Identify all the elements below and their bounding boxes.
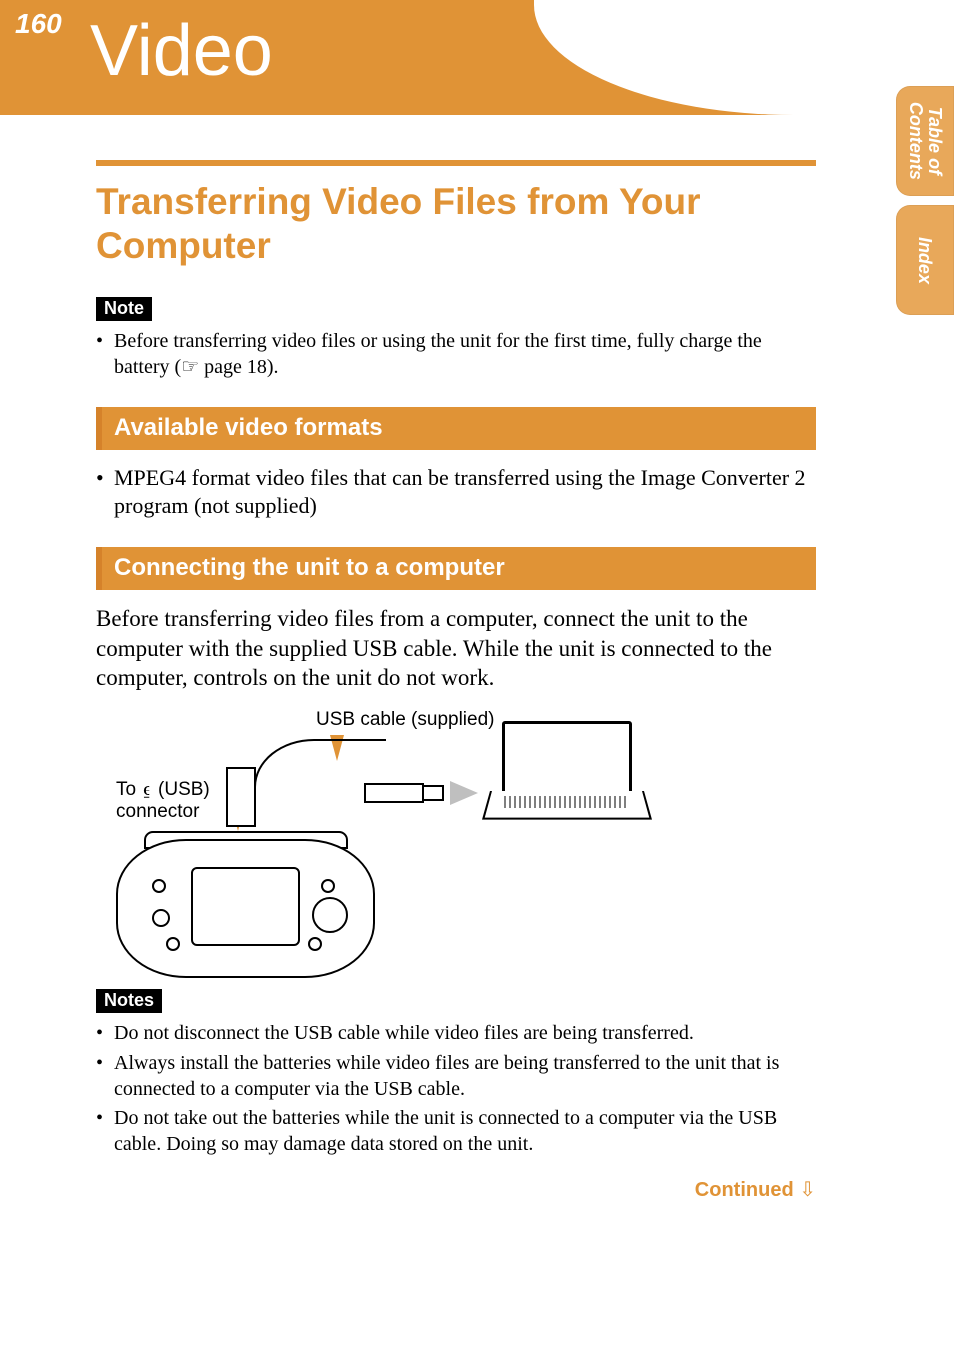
section-title: Video <box>90 10 273 92</box>
notes-list: Do not disconnect the USB cable while vi… <box>96 1021 816 1157</box>
device-screen-illustration <box>191 867 300 946</box>
subheading-available-formats: Available video formats <box>96 407 816 450</box>
page-title: Transferring Video Files from Your Compu… <box>96 180 816 267</box>
list-item: Before transferring video files or using… <box>96 329 816 380</box>
arrow-down-outline-icon: ⇩ <box>799 1179 816 1201</box>
tab-label: Index <box>916 236 935 283</box>
note-list: Before transferring video files or using… <box>96 329 816 380</box>
subheading-connecting: Connecting the unit to a computer <box>96 547 816 590</box>
dock-illustration <box>226 767 256 827</box>
formats-list: MPEG4 format video files that can be tra… <box>96 464 816 521</box>
tab-index[interactable]: Index <box>896 205 954 315</box>
usb-plug-illustration <box>364 783 424 803</box>
laptop-screen <box>502 721 632 797</box>
heading-rule <box>96 160 816 166</box>
body-paragraph: Before transferring video files from a c… <box>96 604 816 694</box>
header-swoosh <box>534 0 954 115</box>
continued-label: Continued <box>695 1179 794 1201</box>
list-item: Always install the batteries while video… <box>96 1051 816 1102</box>
page-number: 160 <box>15 8 62 40</box>
notes-badge: Notes <box>96 989 162 1013</box>
list-item: MPEG4 format video files that can be tra… <box>96 464 816 521</box>
tab-table-of-contents[interactable]: Table ofContents <box>896 86 954 196</box>
note-badge: Note <box>96 297 152 321</box>
connection-diagram: USB cable (supplied) To ⍷ (USB)connector <box>116 709 646 979</box>
list-item: Do not disconnect the USB cable while vi… <box>96 1021 816 1047</box>
page-content: Transferring Video Files from Your Compu… <box>96 160 816 1202</box>
diagram-label-usb-cable: USB cable (supplied) <box>316 709 494 731</box>
arrow-right-icon <box>450 781 478 805</box>
page-header: 160 Video <box>0 0 954 115</box>
laptop-keys <box>504 796 626 808</box>
list-item: Do not take out the batteries while the … <box>96 1106 816 1157</box>
laptop-illustration <box>490 721 640 829</box>
usb-plug-tip-illustration <box>422 785 444 801</box>
diagram-label-connector: To ⍷ (USB)connector <box>116 779 210 823</box>
continued-indicator: Continued ⇩ <box>96 1177 816 1202</box>
tab-label: Table ofContents <box>906 102 944 180</box>
